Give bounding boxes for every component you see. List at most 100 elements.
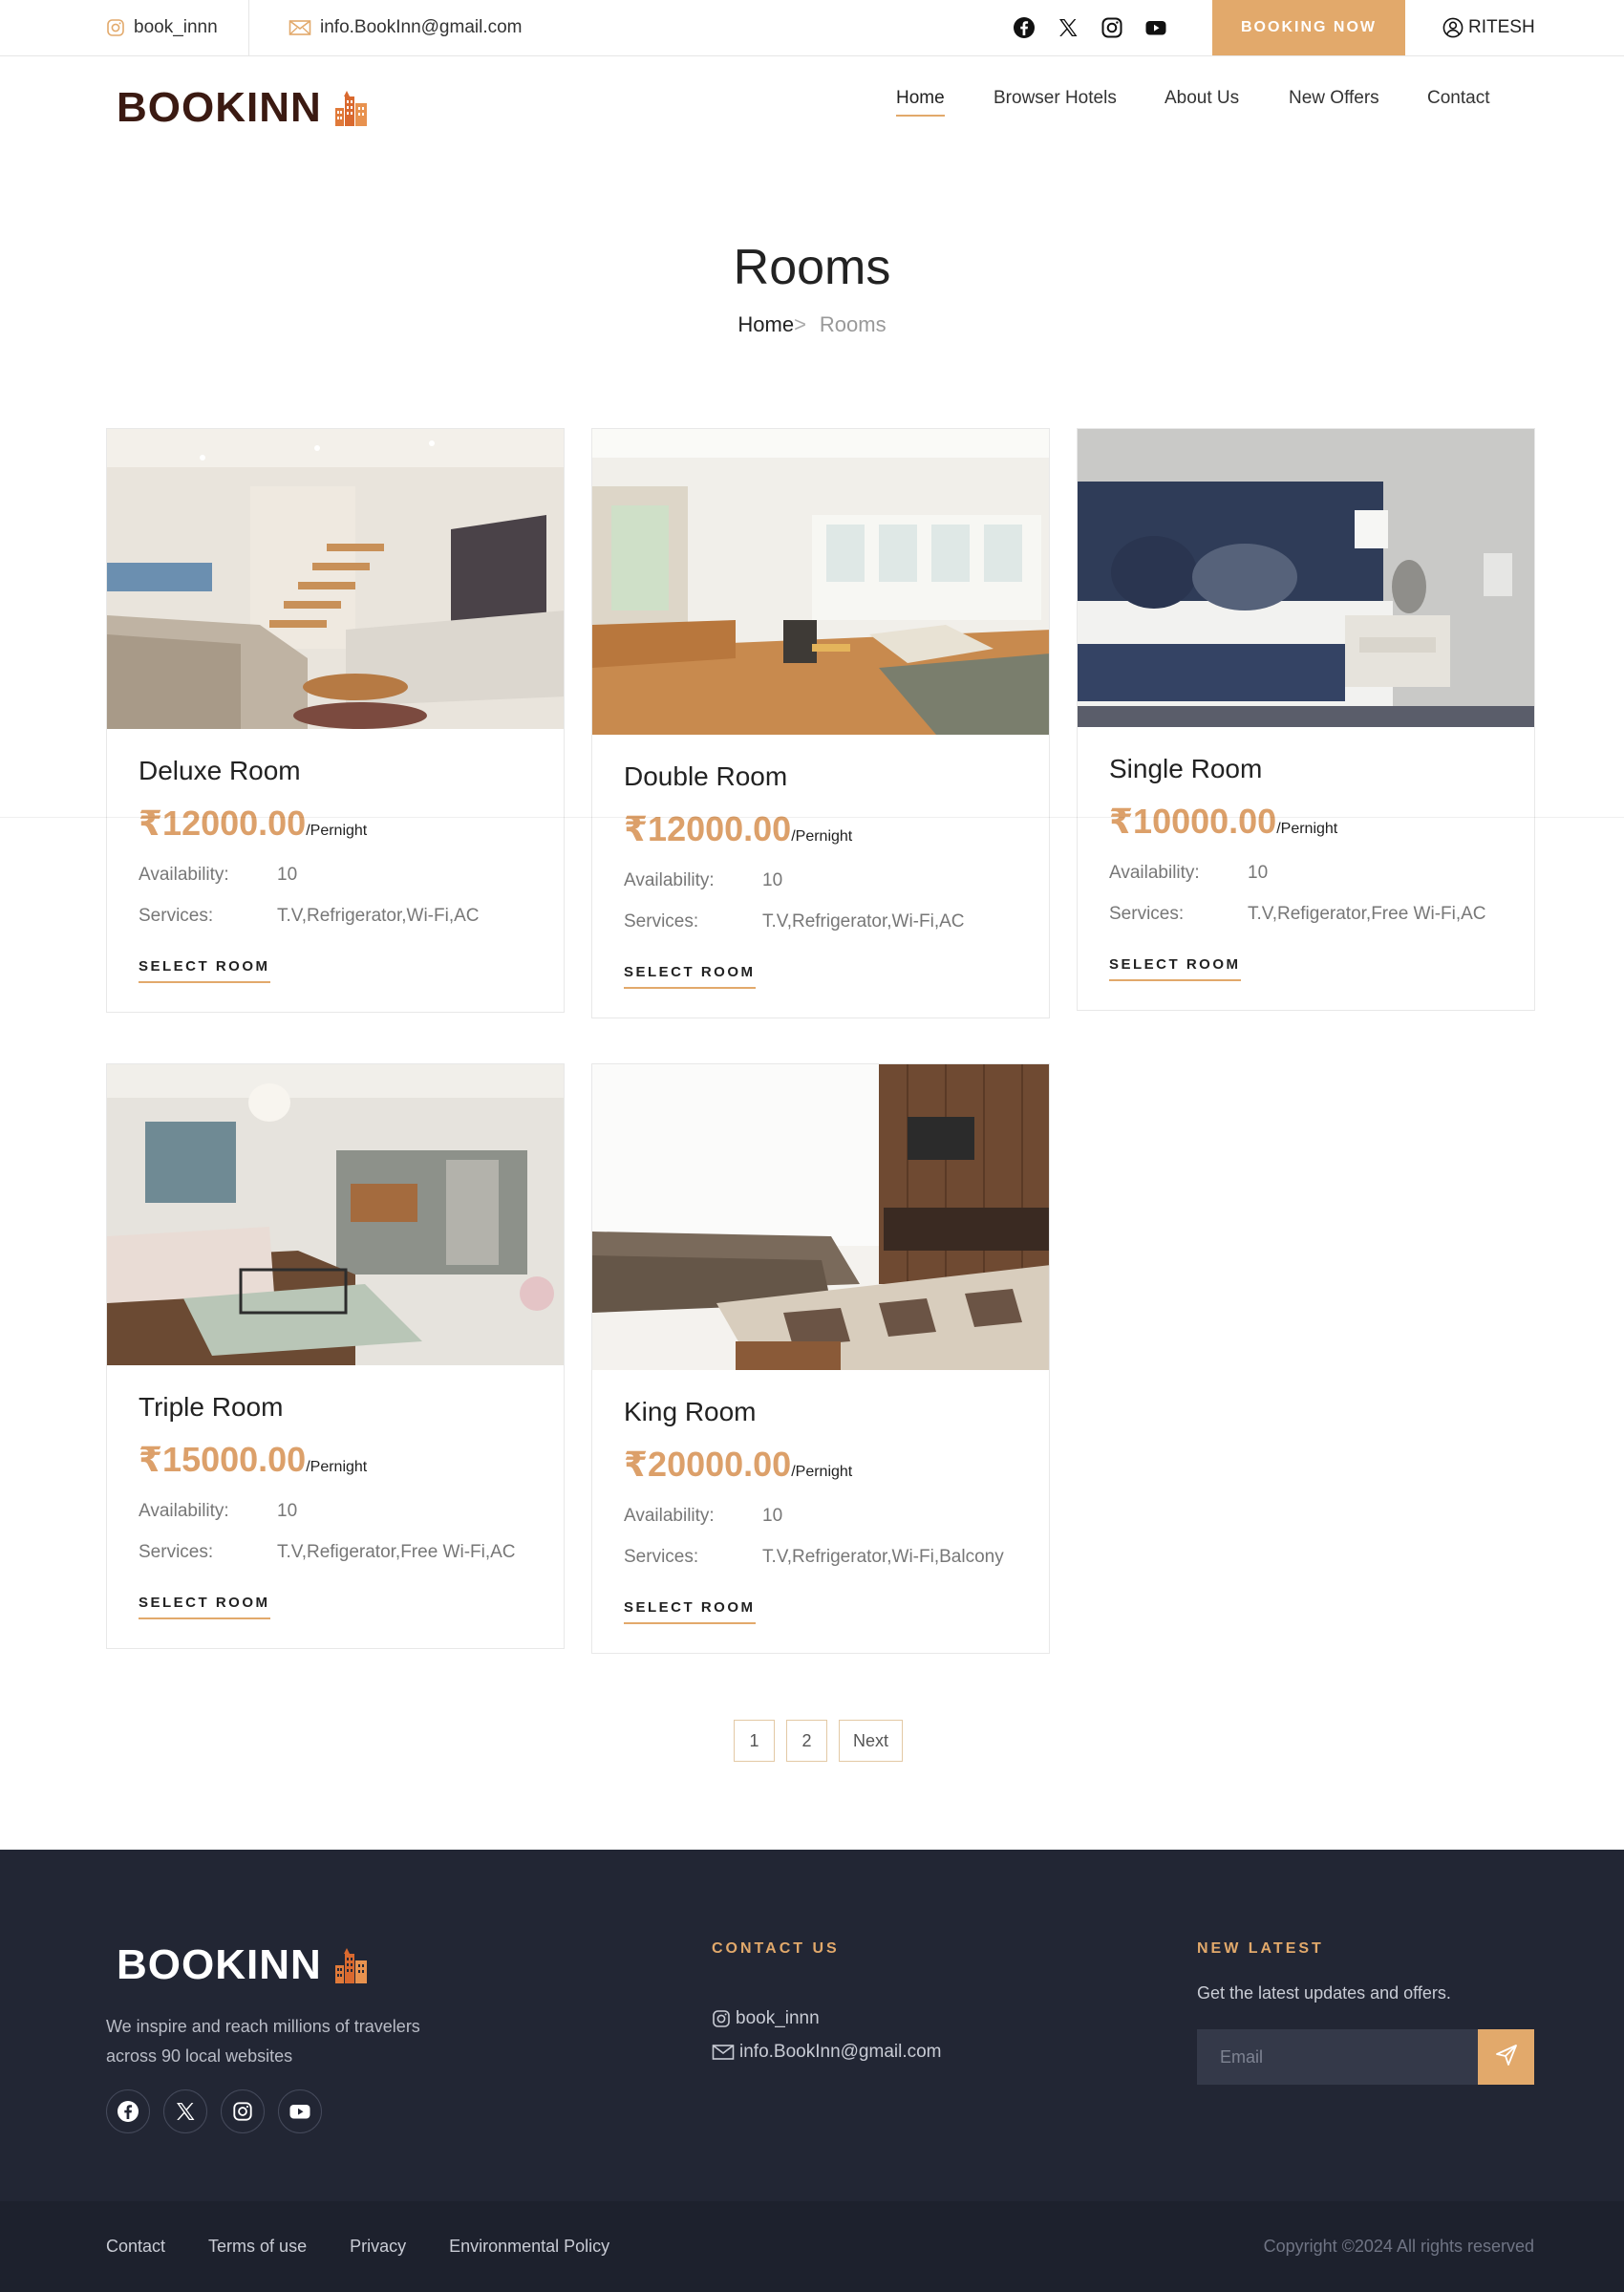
select-room-button[interactable]: SELECT ROOM	[139, 1595, 270, 1619]
facebook-icon[interactable]	[1013, 16, 1036, 39]
room-name: Double Room	[624, 761, 788, 791]
room-price-value: ₹20000.00	[624, 1445, 792, 1484]
room-availability: Availability: 10	[1109, 863, 1503, 884]
footer-link-contact[interactable]: Contact	[106, 2237, 165, 2257]
services-label: Services:	[624, 911, 699, 932]
room-availability: Availability: 10	[624, 870, 1017, 891]
topbar-instagram-handle: book_innn	[134, 17, 218, 37]
room-services: Services: T.V,Refigerator,Free Wi-Fi,AC	[1109, 904, 1503, 925]
footer-logo[interactable]: BOOKINN	[117, 1941, 370, 1989]
page-1-button[interactable]: 1	[734, 1720, 775, 1762]
select-room-button[interactable]: SELECT ROOM	[1109, 956, 1241, 981]
booking-now-button[interactable]: BOOKING NOW	[1212, 0, 1405, 55]
youtube-icon[interactable]	[278, 2089, 322, 2133]
services-label: Services:	[624, 1547, 699, 1567]
room-image[interactable]	[592, 1064, 1049, 1370]
nav-new-offers[interactable]: New Offers	[1289, 88, 1379, 117]
availability-value: 10	[762, 870, 783, 890]
nav-home[interactable]: Home	[896, 88, 945, 117]
room-card: Single Room ₹10000.00/Pernight Availabil…	[1077, 428, 1535, 1011]
newsletter-send-button[interactable]	[1478, 2029, 1534, 2085]
select-room-button[interactable]: SELECT ROOM	[624, 1599, 756, 1624]
mail-icon	[712, 2043, 735, 2062]
x-icon[interactable]	[1057, 16, 1079, 39]
footer-link-terms[interactable]: Terms of use	[208, 2237, 307, 2257]
page-title: Rooms	[733, 240, 891, 295]
nav-about-us[interactable]: About Us	[1165, 88, 1239, 117]
main-navigation: Home Browser Hotels About Us New Offers …	[0, 88, 1624, 126]
room-price-value: ₹15000.00	[139, 1440, 307, 1479]
availability-value: 10	[277, 1501, 298, 1521]
room-image[interactable]	[1078, 429, 1534, 727]
availability-label: Availability:	[139, 1501, 229, 1521]
services-value: T.V,Refrigerator,Wi-Fi,AC	[762, 911, 965, 932]
room-card: Double Room ₹12000.00/Pernight Availabil…	[591, 428, 1050, 1018]
topbar-email[interactable]: info.BookInn@gmail.com	[288, 0, 523, 55]
availability-value: 10	[277, 865, 298, 885]
footer-social-links	[106, 2089, 322, 2133]
services-value: T.V,Refrigerator,Wi-Fi,AC	[277, 906, 480, 926]
room-price: ₹12000.00/Pernight	[624, 809, 1017, 849]
instagram-icon[interactable]	[1100, 16, 1123, 39]
nav-contact[interactable]: Contact	[1427, 88, 1489, 117]
availability-label: Availability:	[624, 870, 715, 890]
footer-email-link[interactable]: info.BookInn@gmail.com	[712, 2042, 942, 2063]
room-price-unit: /Pernight	[791, 828, 853, 845]
services-value: T.V,Refrigerator,Wi-Fi,Balcony	[762, 1547, 1004, 1567]
footer-email-text: info.BookInn@gmail.com	[739, 2042, 942, 2062]
room-availability: Availability: 10	[624, 1506, 1017, 1527]
room-card: Triple Room ₹15000.00/Pernight Availabil…	[106, 1063, 565, 1649]
services-value: T.V,Refigerator,Free Wi-Fi,AC	[1248, 904, 1486, 924]
nav-browser-hotels[interactable]: Browser Hotels	[994, 88, 1117, 117]
room-price-unit: /Pernight	[791, 1464, 853, 1480]
youtube-icon[interactable]	[1144, 16, 1167, 39]
room-image[interactable]	[107, 429, 564, 729]
availability-value: 10	[762, 1506, 783, 1526]
room-services: Services: T.V,Refrigerator,Wi-Fi,AC	[139, 906, 532, 927]
availability-label: Availability:	[1109, 863, 1200, 883]
room-image[interactable]	[107, 1064, 564, 1365]
newsletter-email-input[interactable]	[1197, 2029, 1478, 2085]
room-name: Single Room	[1109, 754, 1263, 783]
page-2-button[interactable]: 2	[786, 1720, 827, 1762]
footer-contact-heading: CONTACT US	[712, 1940, 840, 1957]
footer-links: Contact Terms of use Privacy Environment…	[106, 2201, 609, 2292]
availability-value: 10	[1248, 863, 1269, 883]
facebook-icon[interactable]	[106, 2089, 150, 2133]
room-price-value: ₹12000.00	[624, 809, 792, 848]
breadcrumb-current: Rooms	[819, 312, 887, 336]
next-page-button[interactable]: Next	[839, 1720, 904, 1762]
room-price: ₹10000.00/Pernight	[1109, 802, 1503, 842]
building-icon	[333, 1946, 370, 1984]
room-services: Services: T.V,Refrigerator,Wi-Fi,Balcony	[624, 1547, 1017, 1568]
top-bar: book_innn info.BookInn@gmail.com BOOKING…	[0, 0, 1624, 56]
instagram-icon[interactable]	[221, 2089, 265, 2133]
user-name: RITESH	[1468, 17, 1535, 37]
select-room-button[interactable]: SELECT ROOM	[139, 958, 270, 983]
services-value: T.V,Refigerator,Free Wi-Fi,AC	[277, 1542, 516, 1562]
room-availability: Availability: 10	[139, 1501, 532, 1522]
select-room-button[interactable]: SELECT ROOM	[624, 964, 756, 989]
room-price-unit: /Pernight	[306, 1459, 368, 1475]
send-icon	[1494, 2043, 1519, 2072]
footer-instagram-handle: book_innn	[736, 2008, 820, 2028]
services-label: Services:	[1109, 904, 1185, 924]
topbar-social-links	[1013, 16, 1167, 39]
footer-link-environmental-policy[interactable]: Environmental Policy	[449, 2237, 609, 2257]
room-name: Deluxe Room	[139, 756, 301, 785]
room-image[interactable]	[592, 429, 1049, 735]
footer-link-privacy[interactable]: Privacy	[350, 2237, 406, 2257]
x-icon[interactable]	[163, 2089, 207, 2133]
mail-icon	[288, 18, 311, 37]
room-price-unit: /Pernight	[306, 823, 368, 839]
room-price: ₹12000.00/Pernight	[139, 803, 532, 844]
room-availability: Availability: 10	[139, 865, 532, 886]
user-account[interactable]: RITESH	[1442, 0, 1535, 55]
footer-instagram-link[interactable]: book_innn	[712, 2008, 942, 2029]
breadcrumb: Home> Rooms	[0, 312, 1624, 337]
instagram-icon	[712, 2009, 731, 2028]
room-price-value: ₹12000.00	[139, 803, 307, 843]
services-label: Services:	[139, 906, 214, 926]
topbar-instagram[interactable]: book_innn	[106, 0, 218, 55]
breadcrumb-home[interactable]: Home	[737, 312, 794, 336]
